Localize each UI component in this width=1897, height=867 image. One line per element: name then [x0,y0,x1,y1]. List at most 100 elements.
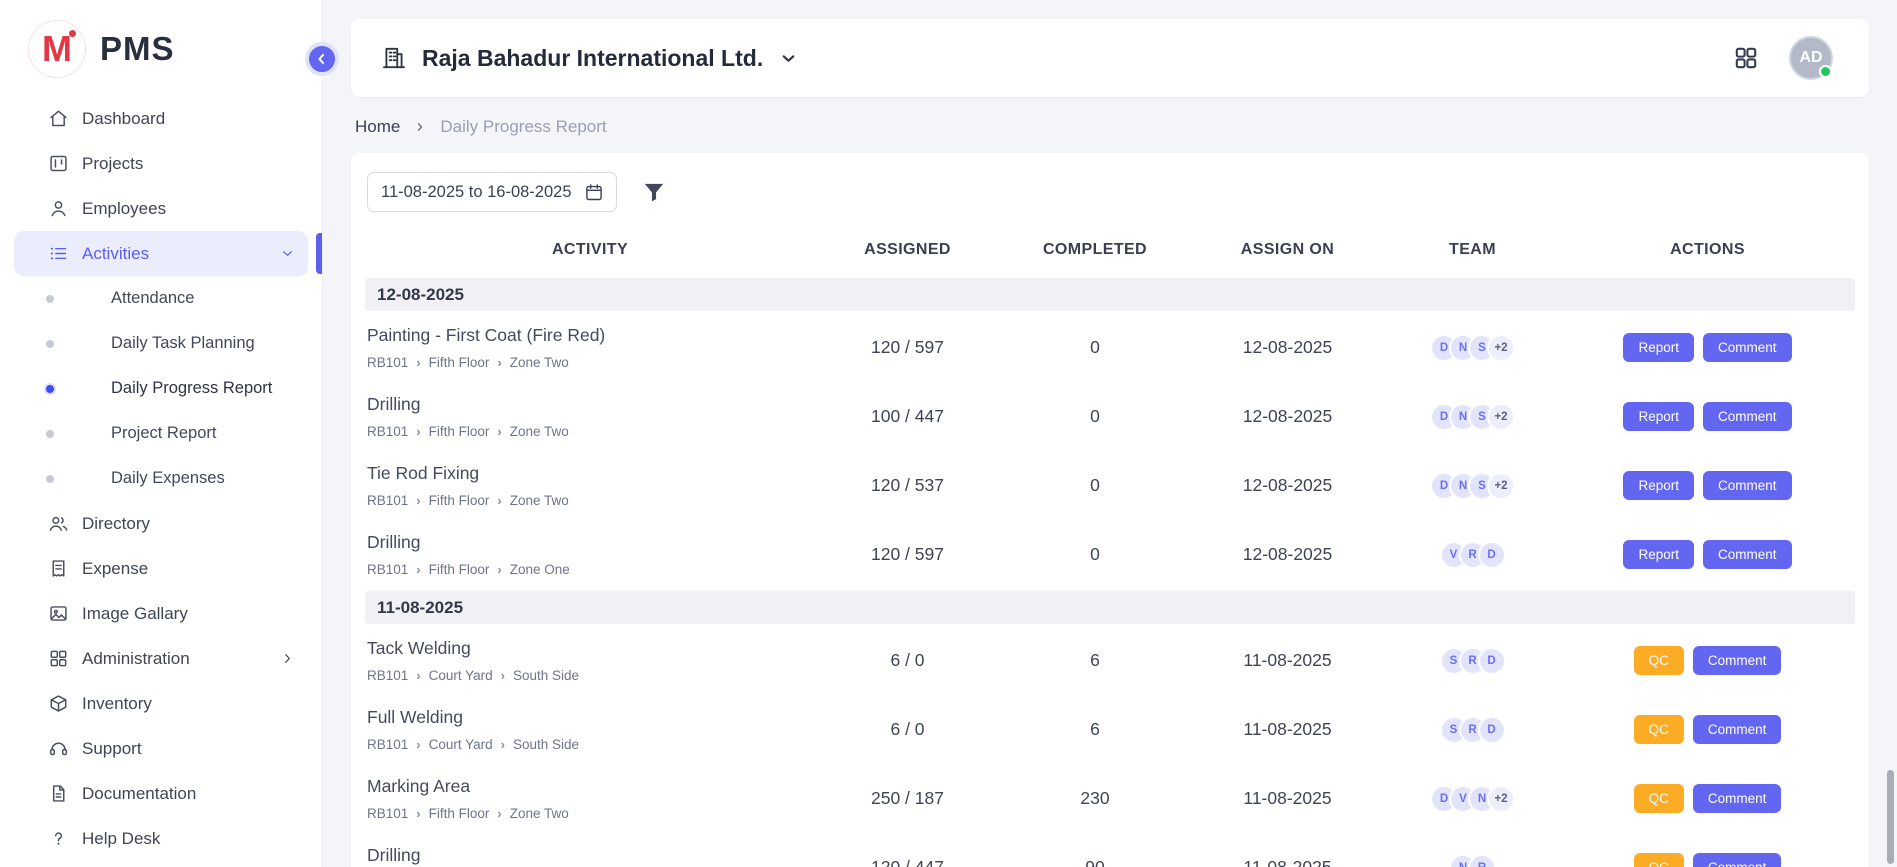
activity-name: Drilling [367,532,805,553]
sidebar-item-directory[interactable]: Directory [14,501,308,546]
sidebar-subitem-attendance[interactable]: Attendance [0,276,322,321]
sidebar-item-dashboard[interactable]: Dashboard [14,96,308,141]
team-avatars: DVN+2 [1385,785,1560,813]
column-header-assign-on: ASSIGN ON [1190,241,1385,259]
team-avatar: D [1478,647,1506,675]
company-selector[interactable]: Raja Bahadur International Ltd. [381,45,799,72]
company-name: Raja Bahadur International Ltd. [422,45,763,72]
sidebar-subitem-label: Daily Progress Report [111,379,272,398]
report-button[interactable]: Report [1623,540,1694,570]
team-extra-badge: +2 [1487,472,1515,500]
table-row: Drilling RB101›Fifth Floor›Zone One 120 … [365,520,1855,589]
column-header-actions: ACTIONS [1560,241,1855,259]
sidebar-item-administration[interactable]: Administration [14,636,308,681]
filter-funnel-icon[interactable] [641,179,667,205]
assign-on-value: 11-08-2025 [1190,650,1385,671]
sidebar-subitem-daily-progress-report[interactable]: Daily Progress Report [0,366,322,411]
assign-on-value: 12-08-2025 [1190,475,1385,496]
team-avatars: SRD [1385,716,1560,744]
chevron-right-icon: › [416,563,420,576]
path-segment: Zone Two [510,355,569,370]
qc-button[interactable]: QC [1634,784,1684,814]
chevron-right-icon [279,650,296,667]
sidebar-item-projects[interactable]: Projects [14,141,308,186]
comment-button[interactable]: Comment [1703,471,1792,501]
breadcrumb: Home Daily Progress Report [351,97,1869,153]
sidebar-subitem-label: Attendance [111,289,194,308]
report-button[interactable]: Report [1623,471,1694,501]
activity-name: Painting - First Coat (Fire Red) [367,325,805,346]
comment-button[interactable]: Comment [1693,646,1782,676]
table-row: Full Welding RB101›Court Yard›South Side… [365,695,1855,764]
sidebar-item-expense[interactable]: Expense [14,546,308,591]
sidebar-item-label: Expense [82,559,148,579]
path-segment: Fifth Floor [429,355,490,370]
documentation-icon [48,783,69,804]
table-row: Tie Rod Fixing RB101›Fifth Floor›Zone Tw… [365,451,1855,520]
sidebar-item-activities[interactable]: Activities [14,231,308,276]
report-button[interactable]: Report [1623,333,1694,363]
logo-text: PMS [100,30,175,68]
sidebar-collapse-button[interactable] [305,42,339,76]
sidebar-subitem-project-report[interactable]: Project Report [0,411,322,456]
top-header: Raja Bahadur International Ltd. AD [351,19,1869,97]
sidebar-item-inventory[interactable]: Inventory [14,681,308,726]
row-actions: Report Comment [1560,471,1855,501]
chevron-right-icon: › [416,356,420,369]
comment-button[interactable]: Comment [1693,715,1782,745]
assign-on-value: 12-08-2025 [1190,337,1385,358]
path-segment: Fifth Floor [429,493,490,508]
sidebar-item-image-gallary[interactable]: Image Gallary [14,591,308,636]
chevron-right-icon: › [497,425,501,438]
path-segment: RB101 [367,355,408,370]
user-avatar[interactable]: AD [1789,36,1833,80]
team-avatars: SRD [1385,647,1560,675]
activity-path: RB101›Fifth Floor›Zone Two [367,355,805,370]
qc-button[interactable]: QC [1634,715,1684,745]
team-avatar: R [1468,854,1496,867]
apps-grid-icon[interactable] [1733,45,1759,71]
sidebar-item-label: Support [82,739,142,759]
sidebar-item-help-desk[interactable]: Help Desk [14,816,308,861]
chevron-right-icon: › [416,738,420,751]
comment-button[interactable]: Comment [1703,402,1792,432]
comment-button[interactable]: Comment [1693,784,1782,814]
sidebar-subitem-label: Daily Expenses [111,469,225,488]
breadcrumb-home[interactable]: Home [355,117,400,137]
chevron-down-icon [778,48,799,69]
administration-icon [48,648,69,669]
activity-path: RB101›Fifth Floor›Zone Two [367,424,805,439]
team-avatars: DNS+2 [1385,334,1560,362]
assigned-value: 120 / 537 [815,475,1000,496]
qc-button[interactable]: QC [1634,853,1684,867]
bullet-icon [46,295,54,303]
comment-button[interactable]: Comment [1693,853,1782,867]
sidebar-item-label: Help Desk [82,829,160,849]
path-segment: RB101 [367,493,408,508]
sidebar-item-label: Image Gallary [82,604,188,624]
sidebar-item-documentation[interactable]: Documentation [14,771,308,816]
qc-button[interactable]: QC [1634,646,1684,676]
column-header-completed: COMPLETED [1000,241,1190,259]
date-range-input[interactable]: 11-08-2025 to 16-08-2025 [367,172,617,212]
breadcrumb-current: Daily Progress Report [440,117,606,137]
chevron-right-icon: › [416,807,420,820]
sidebar-subitem-daily-task-planning[interactable]: Daily Task Planning [0,321,322,366]
sidebar-subitem-daily-expenses[interactable]: Daily Expenses [0,456,322,501]
sidebar-item-support[interactable]: Support [14,726,308,771]
table-row: Drilling RB101›Fifth Floor›Zone Two 120 … [365,833,1855,867]
table-header-row: ACTIVITYASSIGNEDCOMPLETEDASSIGN ONTEAMAC… [365,224,1855,276]
vertical-scrollbar[interactable] [1887,770,1894,864]
activity-path: RB101›Fifth Floor›Zone One [367,562,805,577]
assigned-value: 6 / 0 [815,650,1000,671]
avatar-initials: AD [1799,49,1822,67]
completed-value: 0 [1000,544,1190,565]
comment-button[interactable]: Comment [1703,540,1792,570]
report-button[interactable]: Report [1623,402,1694,432]
path-segment: Zone Two [510,493,569,508]
comment-button[interactable]: Comment [1703,333,1792,363]
activity-name: Marking Area [367,776,805,797]
activity-path: RB101›Fifth Floor›Zone Two [367,493,805,508]
path-segment: Zone Two [510,424,569,439]
sidebar-item-employees[interactable]: Employees [14,186,308,231]
